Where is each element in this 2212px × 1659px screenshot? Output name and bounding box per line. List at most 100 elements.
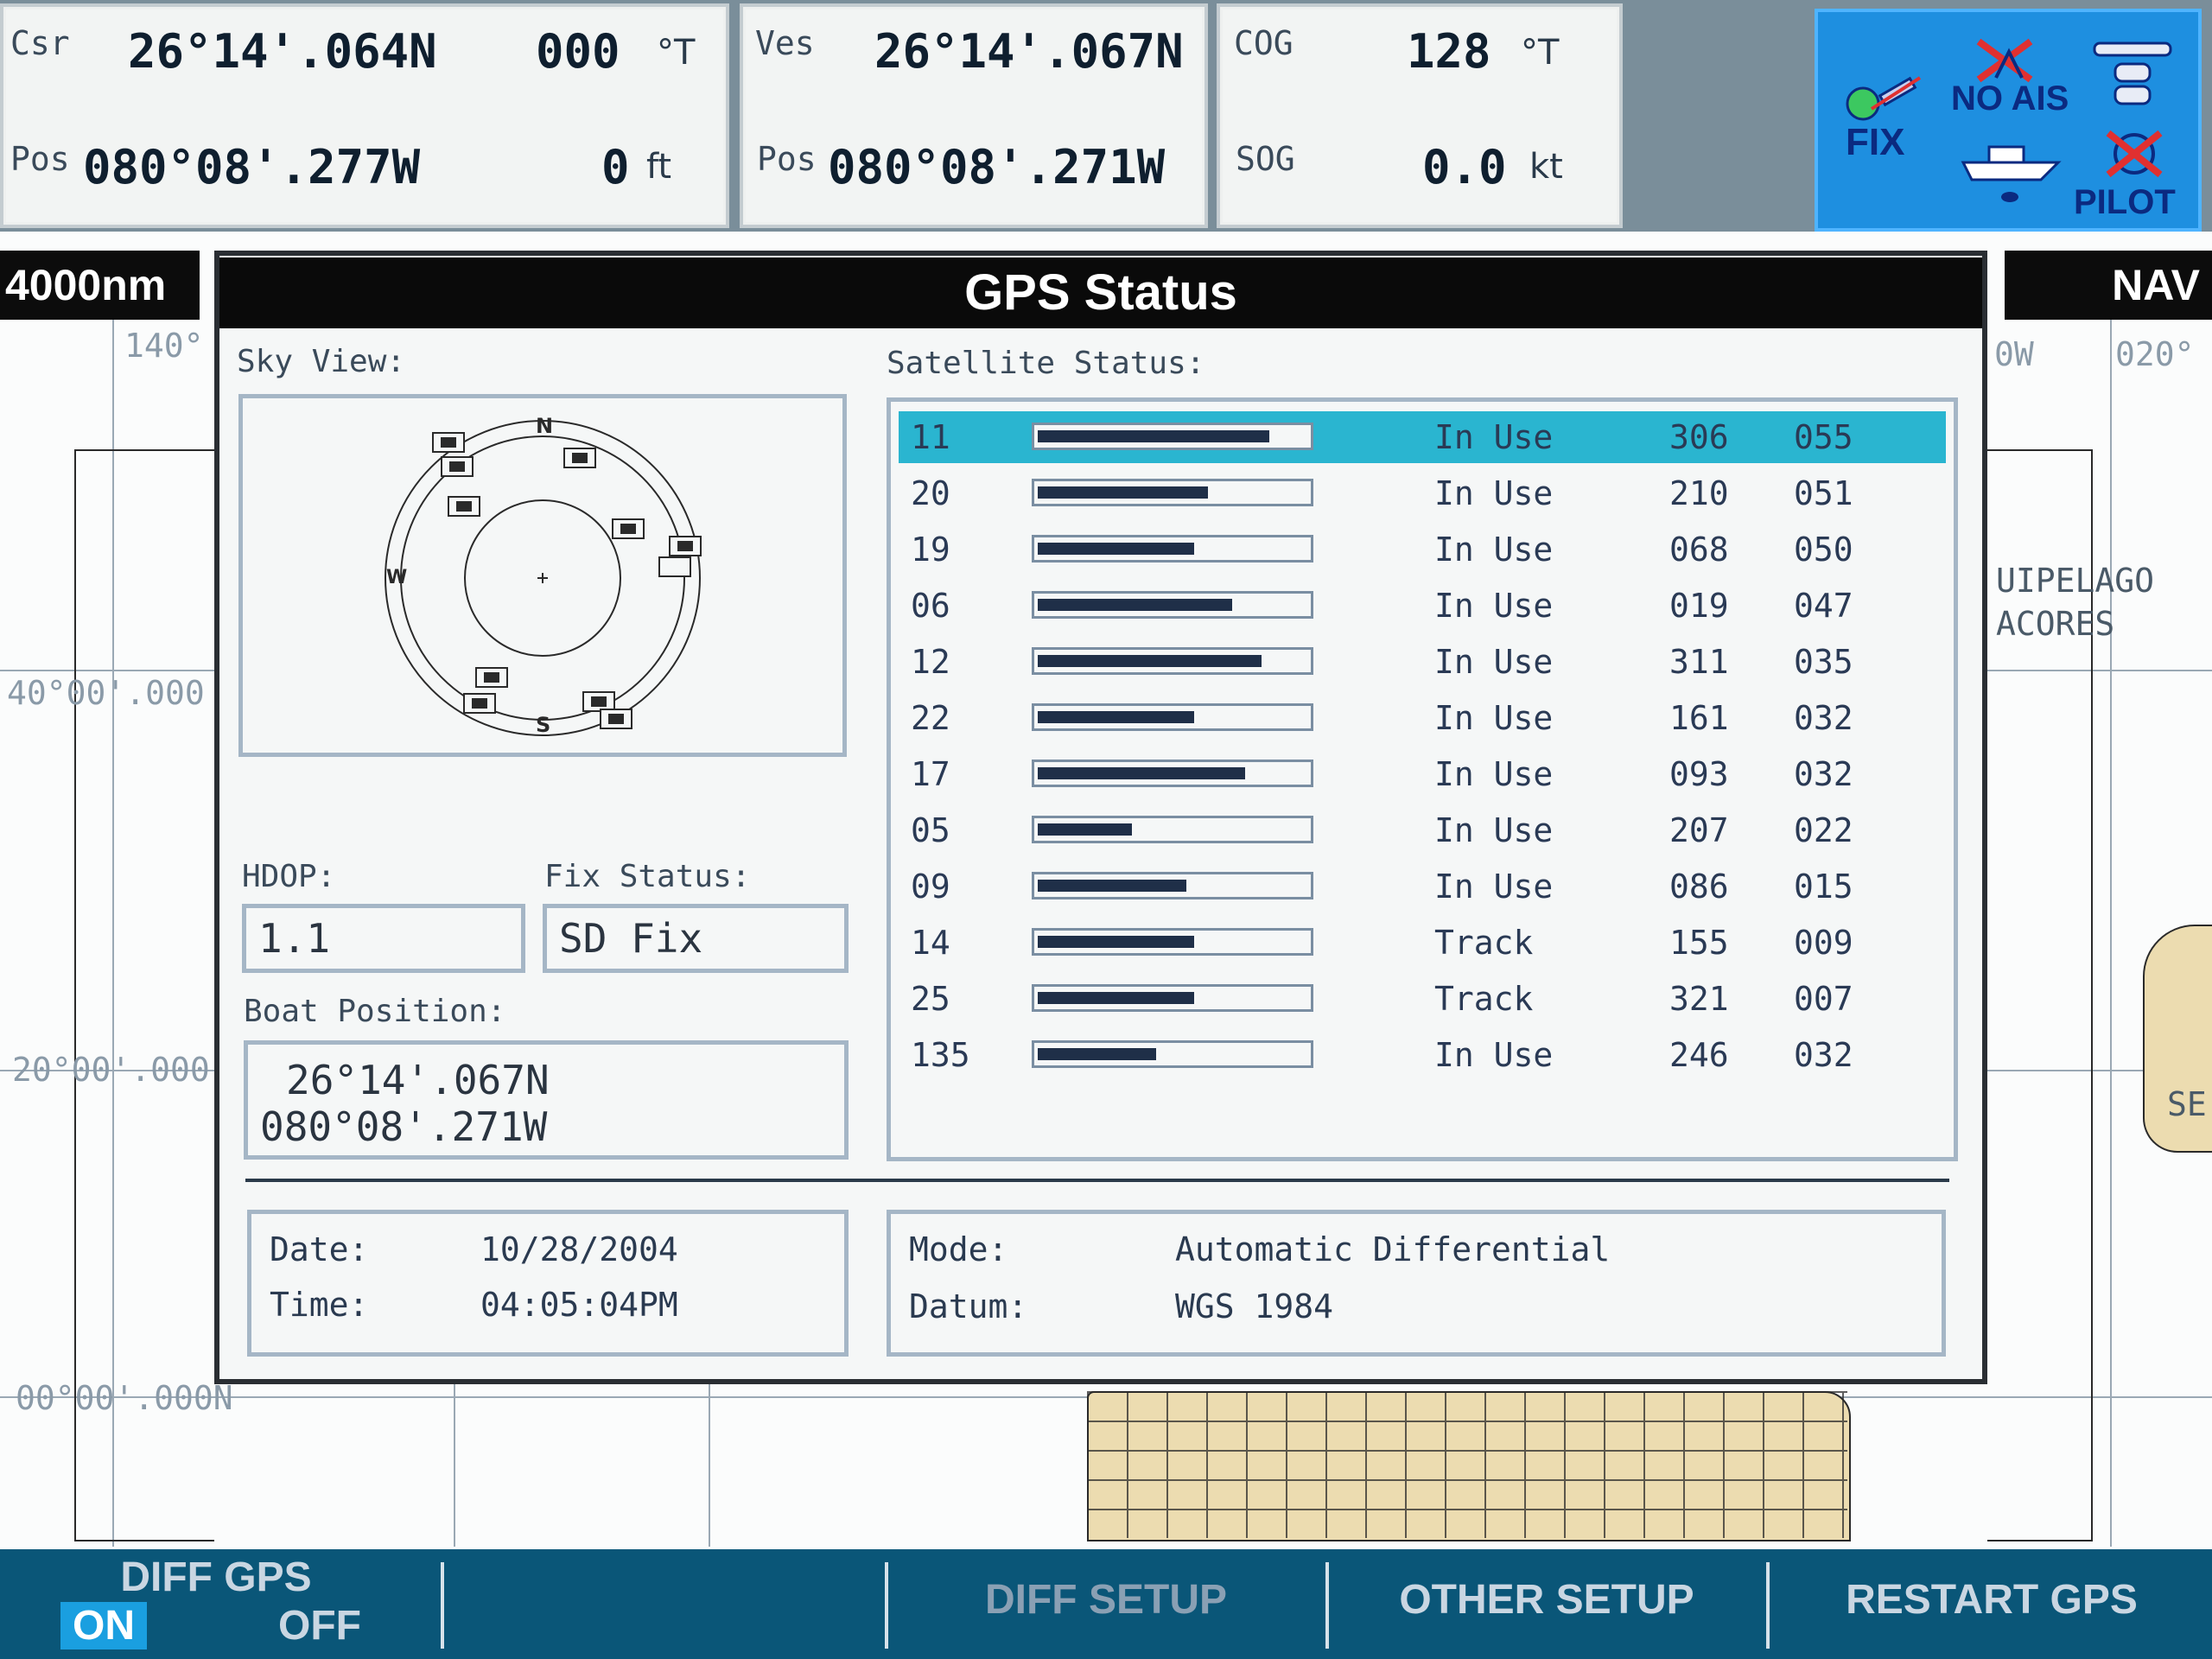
satellite-id: 25 [911,980,950,1018]
mode-value: Automatic Differential [1175,1230,1611,1268]
satellite-row[interactable]: 12 In Use 311 035 [899,636,1946,688]
diff-setup-softkey[interactable]: DIFF SETUP [907,1576,1305,1624]
hdop-label: HDOP: [242,859,336,894]
satellite-id: 17 [911,755,950,793]
satellite-row[interactable]: 17 In Use 093 032 [899,748,1946,800]
signal-strength-fill [1038,936,1194,948]
softkey-separator [1766,1562,1770,1649]
satellite-azimuth: 155 [1669,924,1729,962]
signal-strength-bar [1032,816,1313,843]
satellite-id: 22 [911,699,950,737]
signal-strength-bar [1032,984,1313,1012]
satellite-status: In Use [1434,531,1554,569]
ves-label: Ves [755,24,815,62]
satellite-azimuth: 068 [1669,531,1729,569]
ves-pos-label: Pos [757,140,817,178]
mode-label: Mode: [909,1230,1008,1268]
grid-label-40n: 40°00'.000 [7,674,205,712]
softkey-separator [885,1562,888,1649]
signal-strength-fill [1038,711,1194,723]
satellite-elevation: 032 [1794,755,1853,793]
grid-line [709,1382,710,1547]
land-grid [1087,1391,1847,1538]
satellite-status: In Use [1434,755,1554,793]
satellite-elevation: 050 [1794,531,1853,569]
chart-scale: 4000nm [0,251,200,320]
signal-strength-bar [1032,423,1313,450]
no-ais-label: NO AIS [1951,79,2069,118]
satellite-elevation: 047 [1794,587,1853,625]
satellite-row[interactable]: 11 In Use 306 055 [899,411,1946,463]
sky-north-label: N [536,414,553,438]
signal-strength-bar [1032,1040,1313,1068]
sog-unit: kt [1529,147,1563,187]
ves-longitude: 080°08'.271W [828,140,1166,194]
dialog-title: GPS Status [219,257,1982,328]
restart-gps-softkey[interactable]: RESTART GPS [1789,1576,2195,1624]
signal-strength-bar [1032,703,1313,731]
grid-line [2110,320,2112,1547]
csr-label: Csr [10,24,70,62]
satellite-id: 14 [911,924,950,962]
satellite-status: In Use [1434,811,1554,849]
fix-status-field: SD Fix [543,904,849,973]
signal-strength-fill [1038,655,1262,667]
signal-strength-fill [1038,767,1245,779]
autopilot-icon[interactable] [2091,128,2177,192]
other-setup-softkey[interactable]: OTHER SETUP [1348,1576,1745,1624]
diff-gps-softkey[interactable]: DIFF GPS [69,1554,363,1601]
place-label-se: SE [2167,1085,2207,1123]
satellite-row[interactable]: 05 In Use 207 022 [899,804,1946,856]
satellite-status: In Use [1434,418,1554,456]
place-label-acores: ACORES [1996,605,2115,643]
csr-depth-unit: ft [646,147,672,187]
signal-strength-bar [1032,928,1313,956]
sounder-icon[interactable] [2089,38,2176,119]
satellite-status: In Use [1434,1036,1554,1074]
satellite-elevation: 055 [1794,418,1853,456]
time-label: Time: [270,1286,369,1324]
diff-gps-on-option[interactable]: ON [60,1602,147,1649]
grid-label-0w: 0W [1994,335,2034,373]
satellite-row[interactable]: 22 In Use 161 032 [899,692,1946,744]
boat-position-label: Boat Position: [244,994,506,1029]
satellite-row[interactable]: 25 Track 321 007 [899,973,1946,1025]
satellite-row[interactable]: 135 In Use 246 032 [899,1029,1946,1081]
satellite-id: 12 [911,643,950,681]
satellite-row[interactable]: 14 Track 155 009 [899,917,1946,969]
sky-view-label: Sky View: [237,344,406,379]
csr-depth: 0 [601,140,630,194]
satellite-id: 09 [911,868,950,906]
boat-icon[interactable] [1955,128,2067,209]
satellite-azimuth: 019 [1669,587,1729,625]
boat-latitude: 26°14'.067N [286,1057,550,1103]
satellite-status: In Use [1434,643,1554,681]
cog-label: COG [1234,24,1294,62]
sky-west-label: W [386,567,407,588]
csr-heading-unit: °T [657,33,696,73]
satellite-azimuth: 207 [1669,811,1729,849]
satellite-id: 19 [911,531,950,569]
grid-label-140: 140° [124,327,204,365]
pilot-label: PILOT [2074,183,2176,221]
cog-unit: °T [1521,33,1560,73]
place-label-arquipelago: UIPELAGO [1996,562,2155,600]
chart-boundary [74,449,214,1541]
satellite-row[interactable]: 09 In Use 086 015 [899,861,1946,912]
satellite-azimuth: 246 [1669,1036,1729,1074]
signal-strength-bar [1032,479,1313,506]
satellite-row[interactable]: 20 In Use 210 051 [899,467,1946,519]
signal-strength-bar [1032,760,1313,787]
satellite-elevation: 051 [1794,474,1853,512]
cog-value: 128 [1407,24,1491,79]
csr-latitude: 26°14'.064N [128,24,437,79]
diff-gps-off-option[interactable]: OFF [268,1602,372,1649]
datum-value: WGS 1984 [1175,1287,1334,1325]
satellite-status: Track [1434,980,1534,1018]
satellite-row[interactable]: 06 In Use 019 047 [899,580,1946,632]
satellite-row[interactable]: 19 In Use 068 050 [899,524,1946,575]
satellite-id: 06 [911,587,950,625]
dialog-divider [245,1179,1949,1182]
csr-pos-label: Pos [10,140,70,178]
satellite-status: In Use [1434,868,1554,906]
